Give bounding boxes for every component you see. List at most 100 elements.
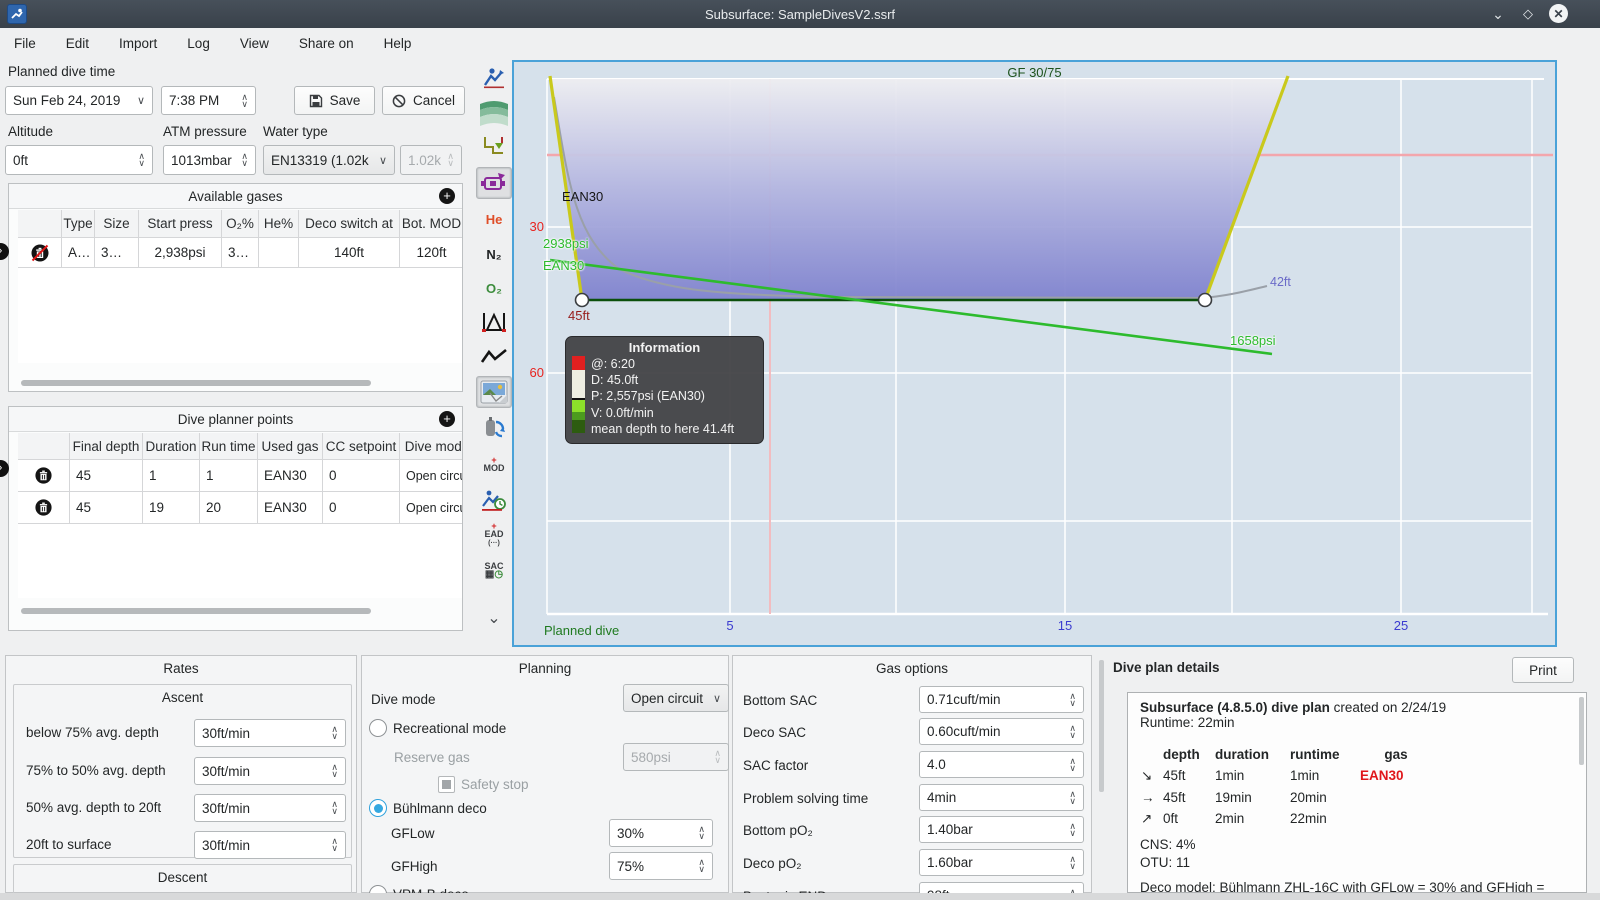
toolbar-deco-time-button[interactable] [476,484,512,516]
plan-created-line: Subsurface (4.8.5.0) dive plan created o… [1140,700,1447,715]
planner-point-row[interactable]: 45 19 20 EAN30 0 Open circuit [18,492,462,524]
plan-col-gas: gas [1384,747,1408,762]
deco-sac-label: Deco SAC [743,725,807,740]
buhlmann-deco-radio[interactable] [369,799,387,817]
add-point-button[interactable]: + [439,411,455,427]
points-horizontal-scrollbar[interactable] [21,608,371,614]
bottom-sac-stepper[interactable]: 0.71cuft/min ∧ ∨ [919,686,1084,713]
ceiling-steps-icon [484,137,503,154]
deco-po2-stepper[interactable]: 1.60bar ∧ ∨ [919,849,1084,876]
menu-edit[interactable]: Edit [64,34,91,53]
menu-log[interactable]: Log [185,34,212,53]
maximize-icon[interactable]: ◇ [1518,4,1538,24]
gas-pressure-label: EAN30 [543,258,585,273]
add-gas-button[interactable]: + [439,188,455,204]
minimize-icon[interactable]: ⌄ [1488,4,1508,24]
ascent-group: Ascent below 75% avg. depth 30ft/min ∧ ∨ … [13,684,352,859]
menu-file[interactable]: File [12,34,38,53]
dive-plan-notes[interactable]: Subsurface (4.8.5.0) dive plan created o… [1127,692,1587,893]
cancel-button[interactable]: Cancel [382,86,465,115]
atm-pressure-stepper[interactable]: 1013mbar ∧ ∨ [163,145,256,175]
toolbar-calculated-ceiling-button[interactable] [476,132,512,164]
toolbar-mod-button[interactable]: + MOD [476,448,512,480]
oxygen-icon: O₂ [486,280,502,296]
tooltip-mean-depth: mean depth to here 41.4ft [591,421,735,436]
toolbar-pn2-graph-button[interactable]: N₂ [476,238,512,270]
menu-view[interactable]: View [238,34,271,53]
rates-title: Rates [163,661,199,676]
spinner-arrows-icon: ∧∨ [331,836,338,853]
ascent-rate-stepper[interactable]: 30ft/min ∧ ∨ [194,757,346,785]
dive-mode-select[interactable]: Open circuit ∨ [623,684,729,712]
chevron-down-icon: ∨ [712,692,721,705]
bottom-po2-stepper[interactable]: 1.40bar ∧ ∨ [919,816,1084,843]
toolbar-sac-button[interactable]: SAC ▦◷ [476,554,512,586]
gflow-stepper[interactable]: 30% ∧ ∨ [609,819,713,847]
points-table: Final depth Duration Run time Used gas C… [18,433,462,598]
print-button[interactable]: Print [1512,657,1574,683]
spinner-arrows-icon: ∧∨ [138,151,145,168]
altitude-stepper[interactable]: 0ft ∧ ∨ [5,145,153,175]
zigzag-rate-icon [480,348,507,363]
delete-point-icon[interactable] [18,460,70,492]
toolbar-photos-button[interactable] [476,376,512,408]
gfhigh-stepper[interactable]: 75% ∧ ∨ [609,852,713,880]
recreational-mode-radio[interactable] [369,719,387,737]
altitude-label: Altitude [8,124,54,139]
sac-factor-stepper[interactable]: 4.0 ∧ ∨ [919,751,1084,778]
toolbar-heart-rate-button[interactable] [476,341,512,373]
rate-label: below 75% avg. depth [26,725,159,740]
save-button[interactable]: Save [294,86,375,115]
spinner-arrows-icon: ∧∨ [331,762,338,779]
water-type-select[interactable]: EN13319 (1.02k ∨ [263,145,395,175]
sac-factor-label: SAC factor [743,758,809,773]
dive-time-stepper[interactable]: 7:38 PM ∧ ∨ [161,86,256,115]
mod-icon: + MOD [483,455,505,473]
gases-table-header-row: Type Size Start press O₂% He% Deco switc… [18,210,462,238]
toolbar-po2-graph-button[interactable]: O₂ [476,272,512,304]
close-icon[interactable]: ✕ [1549,4,1568,23]
dive-date-select[interactable]: Sun Feb 24, 2019 ∨ [5,86,153,115]
toolbar-water-ceiling-button[interactable] [476,97,512,129]
gas-label: EAN30 [562,189,604,204]
menu-import[interactable]: Import [117,34,159,53]
splitter-handle[interactable] [1099,660,1104,792]
problem-solving-time-stepper[interactable]: 4min ∧ ∨ [919,784,1084,811]
gas-row[interactable]: A… 3… 2,938psi 3… 140ft 120ft 98ft [18,238,462,268]
tooltip-pressure: P: 2,557psi (EAN30) [591,389,705,404]
dive-profile-chart[interactable]: GF 30/75 30 60 5 15 25 EAN30 2938psi EAN… [512,60,1557,647]
sac-icon: SAC ▦◷ [484,560,504,580]
planner-point-row[interactable]: 45 1 1 EAN30 0 Open circuit [18,460,462,492]
deco-sac-stepper[interactable]: 0.60cuft/min ∧ ∨ [919,718,1084,745]
toolbar-tank-pressure-button[interactable] [476,167,512,199]
plan-col-runtime: runtime [1290,747,1340,762]
title-bar[interactable]: Subsurface: SampleDivesV2.ssrf ⌄ ◇ ✕ [0,0,1600,28]
toolbar-gas-change-button[interactable] [476,411,512,443]
ascent-rate-stepper[interactable]: 30ft/min ∧ ∨ [194,794,346,822]
segment-arrow-icon: → [1141,790,1155,805]
toolbar-ead-button[interactable]: + EAD (···) [476,519,512,551]
ascent-rate-stepper[interactable]: 30ft/min ∧ ∨ [194,831,346,859]
delete-point-icon[interactable] [18,492,70,524]
toolbar-tissues-button[interactable] [476,306,512,338]
window-title: Subsurface: SampleDivesV2.ssrf [704,6,896,22]
tank-switch-icon [486,417,505,438]
tooltip-speed: V: 0.0ft/min [591,405,654,420]
spinner-arrows-icon: ∧∨ [1069,820,1076,838]
helium-icon: He [485,211,503,227]
notes-vertical-scrollbar[interactable] [1579,697,1584,765]
information-tooltip: Information @: 6:20 D: 45.0ft P: 2,557ps… [565,336,764,444]
problem-solving-time-label: Problem solving time [743,791,869,806]
gases-horizontal-scrollbar[interactable] [21,380,371,386]
tooltip-depth: D: 45.0ft [591,373,639,388]
menu-share-on[interactable]: Share on [297,34,356,53]
water-gradient-icon [480,101,508,126]
menu-help[interactable]: Help [382,34,414,53]
dive-plan-details-title: Dive plan details [1113,660,1220,675]
toolbar-pheg-graph-button[interactable]: He [476,203,512,235]
toolbar-scroll-down-button[interactable]: ⌄ [476,602,512,634]
diver-clock-icon [482,490,506,511]
bottom-sac-label: Bottom SAC [743,693,818,708]
toolbar-dive-mode-button[interactable] [476,62,512,94]
ascent-rate-stepper[interactable]: 30ft/min ∧ ∨ [194,719,346,747]
